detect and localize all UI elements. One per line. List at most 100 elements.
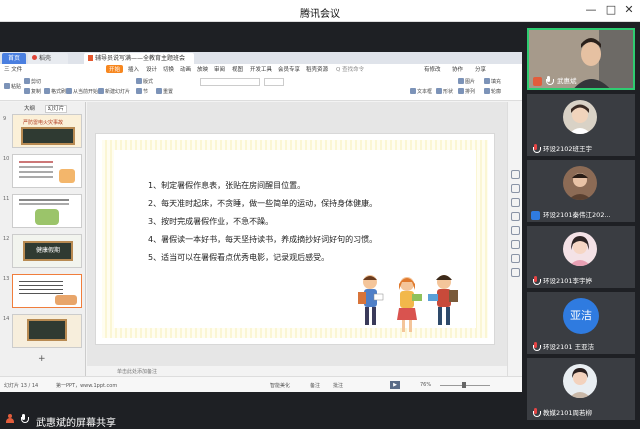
menu-daoke-resources[interactable]: 稻壳资源 [306, 65, 328, 73]
menu-transition[interactable]: 切换 [163, 65, 174, 73]
thumb-title: 严防雷电火灾事故 [23, 120, 64, 126]
thumb-chalkboard-art [27, 319, 67, 341]
thumb-slide-11[interactable] [12, 194, 82, 228]
thumb-chalkboard-art [21, 127, 75, 145]
participant-tile[interactable]: 环设2101秦伟江202... [527, 160, 635, 222]
thumb-slide-14[interactable] [12, 314, 82, 348]
participant-tile[interactable]: 环设2102班王宇 [527, 94, 635, 156]
play-from-current-button[interactable]: 从当前开始 [66, 88, 98, 95]
reset-button[interactable]: 重置 [156, 88, 173, 95]
theme-name: 第一PPT，www.1ppt.com [56, 383, 118, 389]
participant-tile[interactable]: 武惠斌 [527, 28, 635, 90]
menu-start[interactable]: 开始 [106, 65, 124, 73]
outline-button[interactable]: 轮廓 [484, 88, 501, 95]
menu-member[interactable]: 会员专享 [278, 65, 300, 73]
menu-animation[interactable]: 动画 [180, 65, 191, 73]
tab-home[interactable]: 首页 [2, 53, 26, 64]
menu-collaborate[interactable]: 协作 [452, 65, 463, 73]
textbox-icon [410, 88, 416, 94]
picture-button[interactable]: 图片 [458, 78, 475, 85]
wps-menu-bar: 三 文件 开始 插入 设计 切换 动画 放映 审阅 视图 开发工具 会员专享 稻… [0, 64, 522, 75]
thumb-number: 11 [3, 196, 10, 202]
mic-icon[interactable] [20, 414, 29, 423]
participant-tile[interactable]: 环设2101李宇婷 [527, 226, 635, 288]
menu-modified[interactable]: 有修改 [424, 65, 441, 73]
participant-name: 环设2101秦伟江202... [543, 211, 611, 219]
menu-slideshow[interactable]: 放映 [197, 65, 208, 73]
mic-muted-icon[interactable] [532, 342, 541, 351]
thumb-kids-art [59, 169, 75, 183]
slideshow-play-button[interactable]: ▶ [390, 381, 400, 389]
mic-muted-icon[interactable] [532, 408, 541, 417]
paste-button[interactable]: 粘贴 [4, 83, 21, 90]
arrange-button[interactable]: 排列 [458, 88, 475, 95]
thumb-slide-10[interactable] [12, 154, 82, 188]
settings-tool-icon[interactable] [511, 240, 520, 249]
format-painter-button[interactable]: 格式刷 [44, 88, 66, 95]
section-button[interactable]: 节 [136, 88, 148, 95]
tab-outline[interactable]: 大纲 [24, 106, 35, 112]
font-box[interactable] [200, 78, 260, 86]
tab-slides[interactable]: 幻灯片 [44, 105, 68, 113]
thumb-kids-art [55, 295, 77, 305]
thumb-slide-13[interactable] [12, 274, 82, 308]
cut-button[interactable]: 剪切 [24, 78, 41, 85]
comments-toggle[interactable]: 批注 [333, 382, 343, 389]
menu-developer[interactable]: 开发工具 [250, 65, 272, 73]
thumb-slide-12[interactable]: 健康假期 [12, 234, 82, 268]
thumb-text-art [19, 199, 69, 201]
close-button[interactable]: ✕ [622, 4, 636, 16]
current-slide[interactable]: 1、制定暑假作息表，张贴在房间醒目位置。 2、每天准时起床，不贪睡，做一些简单的… [95, 133, 495, 345]
zoom-slider-thumb[interactable] [462, 382, 466, 388]
participant-tile[interactable]: 亚洁 环设2101 王亚洁 [527, 292, 635, 354]
menu-view[interactable]: 视图 [232, 65, 243, 73]
layout-button[interactable]: 版式 [136, 78, 153, 85]
menu-design[interactable]: 设计 [146, 65, 157, 73]
maximize-button[interactable]: □ [604, 4, 618, 16]
minimize-button[interactable]: — [584, 4, 598, 16]
thumb-slide-9[interactable]: 严防雷电火灾事故 [12, 114, 82, 148]
sharer-avatar-icon [6, 414, 14, 423]
add-slide-button[interactable]: + [38, 354, 46, 364]
wps-tab-bar: 首页 稻壳 辅导员说写满——全教育主题班会 [0, 52, 522, 64]
slide-striped-border: 1、制定暑假作息表，张贴在房间醒目位置。 2、每天准时起床，不贪睡，做一些简单的… [102, 140, 488, 338]
tab-document[interactable]: 辅导员说写满——全教育主题班会 [84, 53, 194, 64]
arrange-icon [458, 88, 464, 94]
reading-kids-illustration [358, 275, 458, 332]
thumb-chalkboard: 健康假期 [23, 241, 73, 261]
thumb-number: 13 [3, 276, 10, 282]
tab-document-label: 辅导员说写满——全教育主题班会 [95, 55, 186, 62]
menu-review[interactable]: 审阅 [214, 65, 225, 73]
more-tool-icon[interactable] [511, 268, 520, 277]
mic-muted-icon[interactable] [532, 144, 541, 153]
animation-tool-icon[interactable] [511, 212, 520, 221]
notes-field[interactable]: 单击此处添加备注 [87, 366, 507, 376]
fill-button[interactable]: 填充 [484, 78, 501, 85]
style-tool-icon[interactable] [511, 198, 520, 207]
menu-insert[interactable]: 插入 [128, 65, 139, 73]
textbox-button[interactable]: 文本框 [410, 88, 432, 95]
slide-canvas: 1、制定暑假作息表，张贴在房间醒目位置。 2、每天准时起床，不贪睡，做一些简单的… [87, 102, 507, 376]
notes-toggle[interactable]: 备注 [310, 382, 320, 389]
select-tool-icon[interactable] [511, 170, 520, 179]
copy-button[interactable]: 复制 [24, 88, 41, 95]
menu-search[interactable]: Q 查找命令 [336, 65, 364, 73]
participant-tile[interactable]: 教媒2101周若柳 [527, 358, 635, 420]
slide-content-area: 1、制定暑假作息表，张贴在房间醒目位置。 2、每天准时起床，不贪睡，做一些简单的… [114, 150, 476, 332]
menu-share[interactable]: 分享 [475, 65, 486, 73]
shape-icon [436, 88, 442, 94]
shape-tool-icon[interactable] [511, 184, 520, 193]
copy-icon [24, 88, 30, 94]
mic-muted-icon[interactable] [532, 276, 541, 285]
font-size-box[interactable] [264, 78, 284, 86]
tab-daoke[interactable]: 稻壳 [28, 53, 68, 64]
ppt-file-icon [88, 55, 93, 61]
smart-beautify-button[interactable]: 智能美化 [270, 382, 290, 389]
menu-file[interactable]: 三 文件 [4, 65, 22, 73]
new-slide-button[interactable]: 新建幻灯片 [98, 88, 130, 95]
share-label: 武惠斌的屏幕共享 [36, 418, 116, 429]
transition-tool-icon[interactable] [511, 226, 520, 235]
help-tool-icon[interactable] [511, 254, 520, 263]
shape-button[interactable]: 形状 [436, 88, 453, 95]
mic-icon[interactable] [545, 76, 554, 85]
